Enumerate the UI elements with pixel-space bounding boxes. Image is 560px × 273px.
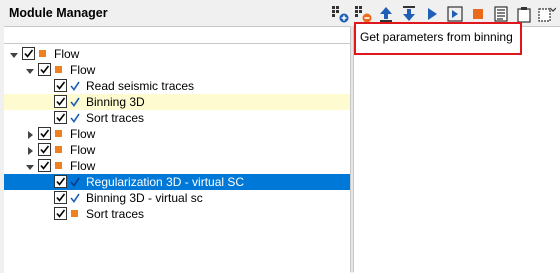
chevron-right-icon[interactable] <box>25 129 35 139</box>
stop-button[interactable] <box>468 4 488 24</box>
enable-checkbox[interactable] <box>54 175 67 188</box>
remove-module-button[interactable] <box>353 4 373 24</box>
module-check-icon <box>70 192 80 203</box>
module-check-icon <box>70 80 80 91</box>
remove-module-icon <box>354 5 372 23</box>
flow-square-icon <box>55 130 62 137</box>
enable-checkbox[interactable] <box>38 127 51 140</box>
window-options-button[interactable] <box>537 4 557 24</box>
tree-item[interactable]: Flow <box>4 158 350 174</box>
tree-item-label: Regularization 3D - virtual SC <box>86 175 245 189</box>
tooltip-text: Get parameters from binning <box>360 30 513 44</box>
flow-square-icon <box>39 50 46 57</box>
enable-checkbox[interactable] <box>54 207 67 220</box>
tree-item[interactable]: Sort traces <box>4 110 350 126</box>
enable-checkbox[interactable] <box>38 143 51 156</box>
tree-item-label: Flow <box>70 63 96 77</box>
enable-checkbox[interactable] <box>22 47 35 60</box>
tree-item[interactable]: Binning 3D <box>4 94 350 110</box>
stop-icon <box>472 8 484 20</box>
parameters-panel <box>354 26 560 273</box>
flow-square-icon <box>55 162 62 169</box>
tree-item-label: Flow <box>70 127 96 141</box>
run-step-button[interactable] <box>445 4 465 24</box>
flow-square-icon <box>71 210 78 217</box>
tree-item-label: Binning 3D - virtual sc <box>86 191 203 205</box>
chevron-down-icon[interactable] <box>9 49 19 59</box>
chevron-down-icon[interactable] <box>25 65 35 75</box>
window-title: Module Manager <box>9 6 108 20</box>
tree-item[interactable]: Sort traces <box>4 206 350 222</box>
add-module-button[interactable] <box>330 4 350 24</box>
tooltip: Get parameters from binning <box>354 22 522 55</box>
module-check-icon <box>70 96 80 107</box>
tree-item[interactable]: Binning 3D - virtual sc <box>4 190 350 206</box>
tree-item-label: Flow <box>70 143 96 157</box>
run-step-icon <box>447 6 463 22</box>
run-icon <box>425 7 439 21</box>
add-module-icon <box>331 5 349 23</box>
flow-square-icon <box>55 66 62 73</box>
module-check-icon <box>70 112 80 123</box>
enable-checkbox[interactable] <box>38 159 51 172</box>
tree-item-label: Flow <box>54 47 80 61</box>
enable-checkbox[interactable] <box>54 191 67 204</box>
move-up-icon <box>378 5 394 23</box>
window-options-icon <box>538 5 556 23</box>
enable-checkbox[interactable] <box>54 111 67 124</box>
clipboard-icon <box>517 6 531 23</box>
module-check-icon <box>70 176 80 187</box>
chevron-right-icon[interactable] <box>25 145 35 155</box>
parameters-icon <box>494 6 508 22</box>
enable-checkbox[interactable] <box>38 63 51 76</box>
run-button[interactable] <box>422 4 442 24</box>
tree-item[interactable]: Regularization 3D - virtual SC <box>4 174 350 190</box>
clipboard-button[interactable] <box>514 4 534 24</box>
enable-checkbox[interactable] <box>54 79 67 92</box>
tree-item-label: Sort traces <box>86 207 145 221</box>
chevron-down-icon[interactable] <box>25 161 35 171</box>
tree-item-label: Flow <box>70 159 96 173</box>
tree-item[interactable]: Flow <box>4 46 350 62</box>
tree-item[interactable]: Flow <box>4 62 350 78</box>
flow-square-icon <box>55 146 62 153</box>
move-down-button[interactable] <box>399 4 419 24</box>
parameters-button[interactable] <box>491 4 511 24</box>
tree-item[interactable]: Flow <box>4 126 350 142</box>
move-up-button[interactable] <box>376 4 396 24</box>
tree-item[interactable]: Read seismic traces <box>4 78 350 94</box>
tree-item[interactable]: Flow <box>4 142 350 158</box>
tree-item-label: Read seismic traces <box>86 79 195 93</box>
move-down-icon <box>401 5 417 23</box>
tree-header <box>4 27 350 44</box>
tree-item-label: Sort traces <box>86 111 145 125</box>
tree-item-label: Binning 3D <box>86 95 145 109</box>
enable-checkbox[interactable] <box>54 95 67 108</box>
